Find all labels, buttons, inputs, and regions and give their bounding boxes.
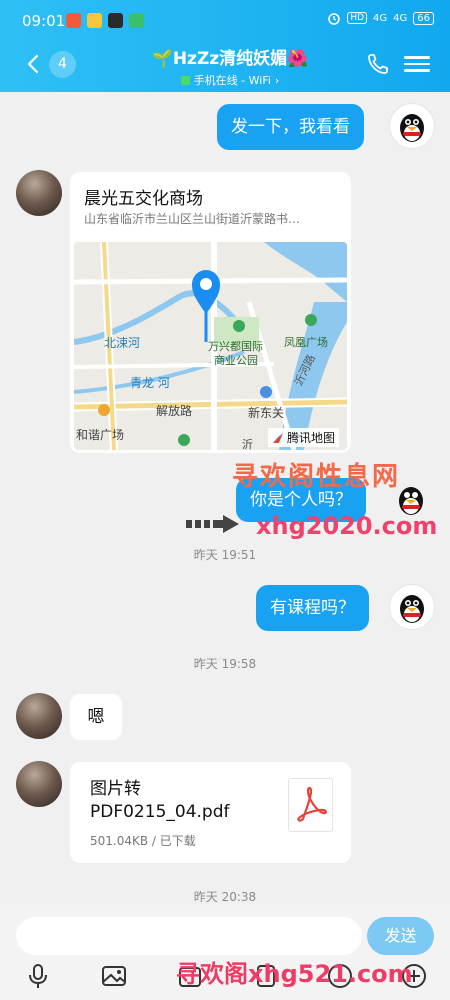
contact-title[interactable]: 🌱HzZz清纯妖媚🌺 手机在线 - WiFi › <box>100 44 360 88</box>
message-input[interactable] <box>16 917 362 955</box>
signal-icon: 4G <box>373 12 388 24</box>
phone-icon <box>368 54 388 74</box>
chevron-right-icon: › <box>274 73 280 87</box>
location-address: 山东省临沂市兰山区兰山街道沂蒙路书… <box>84 212 301 226</box>
image-button[interactable] <box>100 962 128 990</box>
map-preview[interactable]: 北涑河 青龙 河 万兴都国际 商业公园 凤凰广场 沂河路 解放路 新东关 和谐广… <box>74 242 347 450</box>
file-meta: 501.04KB / 已下载 <box>90 834 196 848</box>
image-icon <box>102 966 126 986</box>
map-label: 和谐广场 <box>76 428 125 442</box>
watermark-text: xhg2020.com <box>256 512 438 540</box>
voice-button[interactable] <box>24 962 52 990</box>
watermark-text: 寻欢阁性息网 <box>232 462 401 492</box>
tencent-map-icon <box>273 432 283 443</box>
online-status: 手机在线 - WiFi › <box>100 72 360 88</box>
map-label: 新东关 <box>248 406 285 420</box>
penguin-avatar-icon <box>400 595 424 623</box>
menu-line <box>404 62 430 65</box>
map-provider-label: 腾讯地图 <box>287 431 336 445</box>
message-bubble-outgoing[interactable]: 有课程吗？ <box>256 585 369 631</box>
status-bar: 09:01 HD 4G 4G 66 <box>0 0 450 40</box>
chevron-left-icon <box>27 54 39 74</box>
back-button[interactable] <box>22 52 46 76</box>
watermark-text: 寻欢阁xhg521.com <box>176 960 413 988</box>
online-status-text: 手机在线 - WiFi <box>193 74 271 87</box>
hd-badge: HD <box>347 12 368 24</box>
app-notification-icon <box>108 13 123 28</box>
message-bubble-outgoing[interactable]: 发一下，我看看 <box>217 104 364 150</box>
timestamp: 昨天 19:58 <box>193 657 257 671</box>
file-name: 图片转PDF0215_04.pdf <box>90 779 230 822</box>
menu-line <box>404 56 430 59</box>
send-button[interactable]: 发送 <box>367 917 434 955</box>
contact-name: 🌱HzZz清纯妖媚🌺 <box>151 49 309 69</box>
phone-online-icon <box>180 75 190 85</box>
timestamp: 昨天 19:51 <box>193 548 257 562</box>
map-label: 青龙 河 <box>130 376 170 390</box>
map-label: 凤凰广场 <box>284 336 328 349</box>
map-label: 沂 <box>242 438 253 450</box>
timestamp: 昨天 20:38 <box>193 890 257 904</box>
map-label: 商业公园 <box>214 354 258 367</box>
menu-line <box>404 69 430 72</box>
microphone-icon <box>29 964 47 988</box>
map-provider: 腾讯地图 <box>268 428 340 447</box>
map-label: 解放路 <box>156 404 193 418</box>
menu-button[interactable] <box>404 52 430 76</box>
friend-avatar[interactable] <box>16 761 62 807</box>
watermark-arrow-icon <box>186 514 242 534</box>
call-button[interactable] <box>366 52 390 76</box>
app-notification-icon <box>129 13 144 28</box>
signal-icon: 4G <box>393 12 408 24</box>
location-card[interactable]: 晨光五交化商场 山东省临沂市兰山区兰山街道沂蒙路书… 北涑河 青龙 河 万兴都国… <box>70 172 351 453</box>
status-time: 09:01 <box>22 12 66 30</box>
map-label: 北涑河 <box>104 336 141 350</box>
battery-icon: 66 <box>413 11 434 25</box>
friend-avatar[interactable] <box>16 693 62 739</box>
status-icons: HD 4G 4G 66 <box>327 11 434 25</box>
location-title: 晨光五交化商场 <box>84 189 203 209</box>
alarm-icon <box>328 13 341 25</box>
penguin-avatar-icon <box>400 114 424 142</box>
message-bubble-incoming[interactable]: 嗯 <box>70 694 122 740</box>
unread-badge[interactable]: 4 <box>49 51 76 78</box>
app-notification-icon <box>87 13 102 28</box>
pdf-file-icon <box>288 778 333 832</box>
friend-avatar[interactable] <box>16 170 62 216</box>
chat-header: 09:01 HD 4G 4G 66 4 🌱HzZz清纯妖媚🌺 手机在线 - Wi… <box>0 0 450 92</box>
app-notification-icon <box>66 13 81 28</box>
my-avatar[interactable] <box>389 584 435 630</box>
my-avatar[interactable] <box>389 103 435 149</box>
file-message-card[interactable]: 图片转PDF0215_04.pdf 501.04KB / 已下载 <box>70 762 351 863</box>
